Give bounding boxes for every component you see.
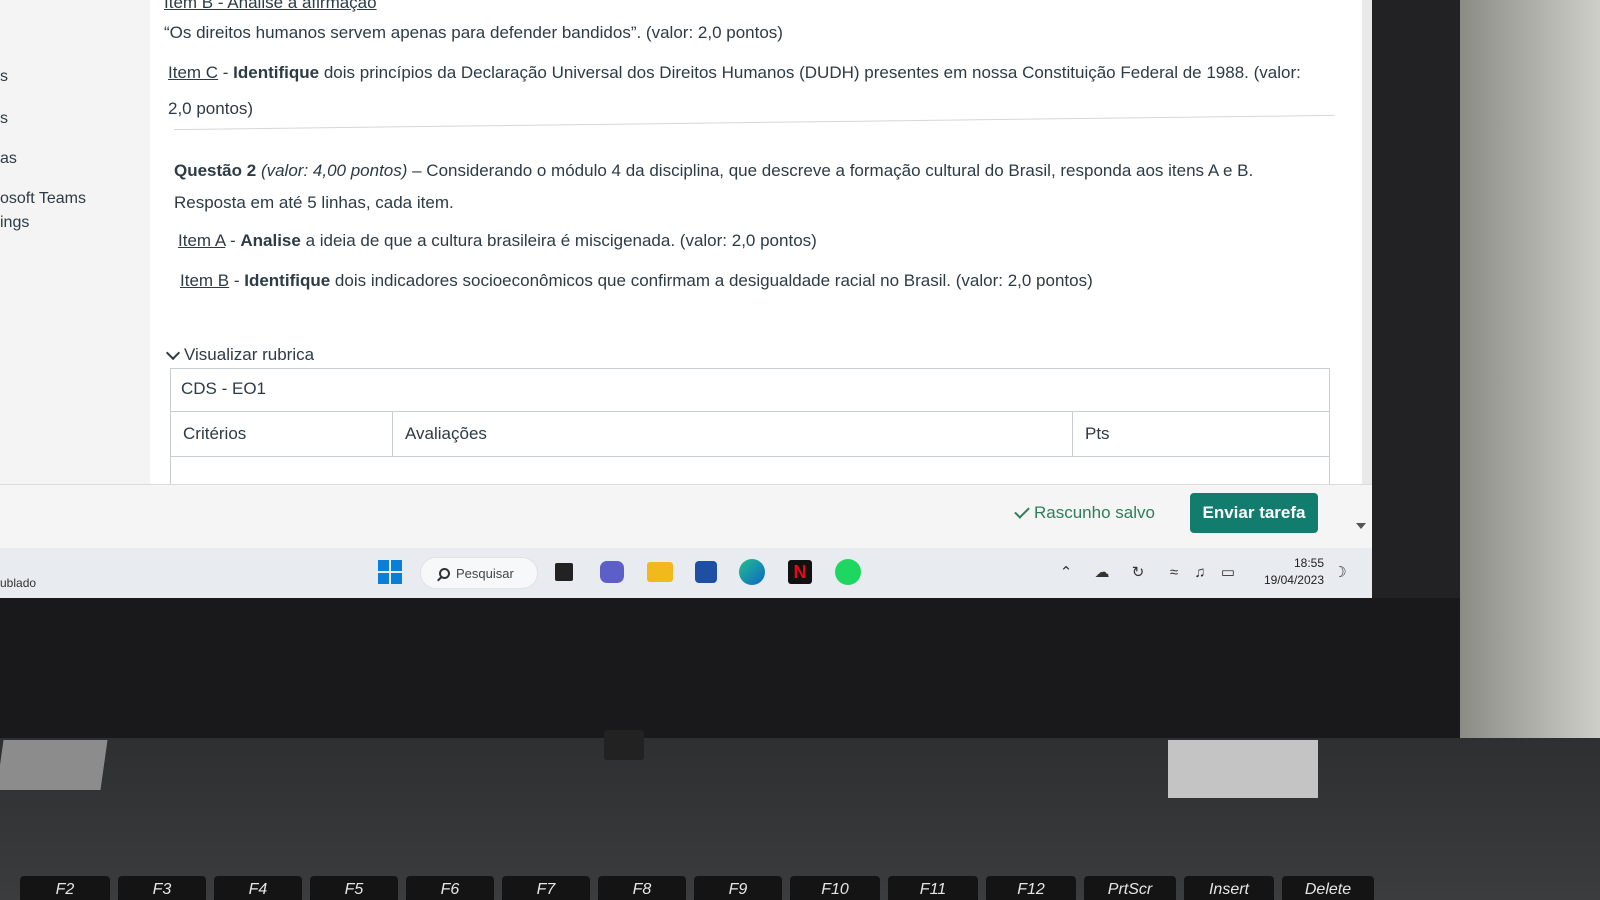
action-bar: Rascunho salvo Enviar tarefa <box>0 484 1372 548</box>
key-f2[interactable]: F2 <box>20 876 110 900</box>
item-b-verb: Identifique <box>244 271 331 290</box>
task-view-icon[interactable] <box>550 558 578 586</box>
item-b-link[interactable]: Item B <box>180 271 229 290</box>
item-c: Item C - Identifique dois princípios da … <box>168 62 1301 84</box>
edge-icon[interactable] <box>738 558 766 586</box>
scroll-down-icon[interactable] <box>1356 523 1366 529</box>
submit-assignment-button[interactable]: Enviar tarefa <box>1190 493 1318 533</box>
file-explorer-icon[interactable] <box>646 558 674 586</box>
key-f7[interactable]: F7 <box>502 876 590 900</box>
rubric-col-ratings: Avaliações <box>393 412 1073 456</box>
content-scrollbar[interactable] <box>1362 0 1372 484</box>
question-2-value: (valor: 4,00 pontos) <box>260 161 408 180</box>
sidebar-item-3[interactable]: as <box>0 150 17 168</box>
search-icon <box>439 567 450 579</box>
key-f12[interactable]: F12 <box>986 876 1076 900</box>
taskbar: ublado Pesquisar N ⌃ ☁ ↻ ≈ ♫ ▭ 18:55 19/… <box>0 548 1372 598</box>
item-b: Item B - Identifique dois indicadores so… <box>180 270 1093 292</box>
cloud-icon[interactable]: ☁ <box>1092 562 1112 582</box>
key-f9[interactable]: F9 <box>694 876 782 900</box>
draft-status-label: Rascunho salvo <box>1034 503 1155 522</box>
screen: s s as osoft Teams ings Item B - Analise… <box>0 0 1372 598</box>
notifications-icon[interactable]: ☽ <box>1330 562 1350 582</box>
store-icon[interactable] <box>692 558 720 586</box>
rubric-header-row: Critérios Avaliações Pts <box>171 411 1329 457</box>
key-prtscr[interactable]: PrtScr <box>1084 876 1176 900</box>
sidebar: s s as osoft Teams ings <box>0 0 150 548</box>
key-f6[interactable]: F6 <box>406 876 494 900</box>
clock-time: 18:55 <box>1293 556 1324 570</box>
item-c-text: dois princípios da Declaração Universal … <box>319 63 1301 82</box>
item-a-link[interactable]: Item A <box>178 231 225 250</box>
chevron-down-icon <box>165 345 181 360</box>
clock-date: 19/04/2023 <box>1263 573 1324 587</box>
item-c-verb: Identifique <box>233 63 320 82</box>
key-f10[interactable]: F10 <box>790 876 880 900</box>
weather-label: ublado <box>0 576 37 590</box>
sidebar-item-teams[interactable]: osoft Teams <box>0 190 86 208</box>
assignment-content: Item B - Analise a afirmação “Os direito… <box>150 0 1372 548</box>
quote-line: “Os direitos humanos servem apenas para … <box>164 23 783 42</box>
sidebar-item-2[interactable]: s <box>0 110 8 128</box>
sidebar-item-settings[interactable]: ings <box>0 214 29 232</box>
battery-icon[interactable]: ▭ <box>1218 562 1238 582</box>
item-b-sep: - <box>229 271 245 290</box>
sync-icon[interactable]: ↻ <box>1128 562 1148 582</box>
section-divider <box>174 114 1334 131</box>
checkmark-icon <box>1014 503 1030 519</box>
question-2-label: Questão 2 <box>174 161 257 180</box>
clock[interactable]: 18:55 19/04/2023 <box>1248 555 1324 589</box>
wifi-icon[interactable]: ≈ <box>1164 562 1184 582</box>
taskbar-search-label: Pesquisar <box>456 565 514 581</box>
chat-icon[interactable] <box>598 558 626 586</box>
item-c-link[interactable]: Item C <box>168 63 218 82</box>
spotify-icon[interactable] <box>834 558 862 586</box>
key-insert[interactable]: Insert <box>1184 876 1274 900</box>
volume-icon[interactable]: ♫ <box>1190 562 1210 582</box>
item-a-verb: Analise <box>240 231 301 250</box>
sidebar-item-1[interactable]: s <box>0 68 8 86</box>
question-2-text: – Considerando o módulo 4 da disciplina,… <box>407 161 1254 180</box>
taskbar-search[interactable]: Pesquisar <box>420 557 538 589</box>
item-a-sep: - <box>225 231 241 250</box>
netflix-icon[interactable]: N <box>786 558 814 586</box>
key-delete[interactable]: Delete <box>1282 876 1374 900</box>
item-a-text: a ideia de que a cultura brasileira é mi… <box>300 231 817 250</box>
windows-logo-mark <box>604 730 644 760</box>
item-a: Item A - Analise a ideia de que a cultur… <box>178 230 817 252</box>
key-f11[interactable]: F11 <box>888 876 978 900</box>
draft-status: Rascunho salvo <box>1014 503 1155 523</box>
key-f8[interactable]: F8 <box>598 876 686 900</box>
key-f5[interactable]: F5 <box>310 876 398 900</box>
rubric-title: CDS - EO1 <box>181 379 267 398</box>
question-2: Questão 2 (valor: 4,00 pontos) – Conside… <box>174 160 1253 182</box>
rubric-col-criteria: Critérios <box>171 412 393 456</box>
view-rubric-toggle[interactable]: Visualizar rubrica <box>165 345 315 365</box>
view-rubric-label: Visualizar rubrica <box>184 345 315 364</box>
key-f3[interactable]: F3 <box>118 876 206 900</box>
bezel-pad-left <box>0 740 108 790</box>
screen-bezel-bottom <box>0 598 1460 738</box>
function-key-row: F2 F3 F4 F5 F6 F7 F8 F9 F10 F11 F12 PrtS… <box>0 876 1400 900</box>
rubric-col-points: Pts <box>1085 424 1110 443</box>
item-b-fragment: Item B - Analise a afirmação <box>164 0 377 12</box>
item-b-text: dois indicadores socioeconômicos que con… <box>330 271 1093 290</box>
start-icon[interactable] <box>376 558 404 586</box>
rubric-table: CDS - EO1 Critérios Avaliações Pts <box>170 368 1330 488</box>
chevron-up-icon[interactable]: ⌃ <box>1056 562 1076 582</box>
bezel-pad-right <box>1168 740 1318 798</box>
item-c-sep: - <box>218 63 234 82</box>
question-2-instructions: Resposta em até 5 linhas, cada item. <box>174 193 454 212</box>
item-c-continuation: 2,0 pontos) <box>168 99 254 118</box>
key-f4[interactable]: F4 <box>214 876 302 900</box>
